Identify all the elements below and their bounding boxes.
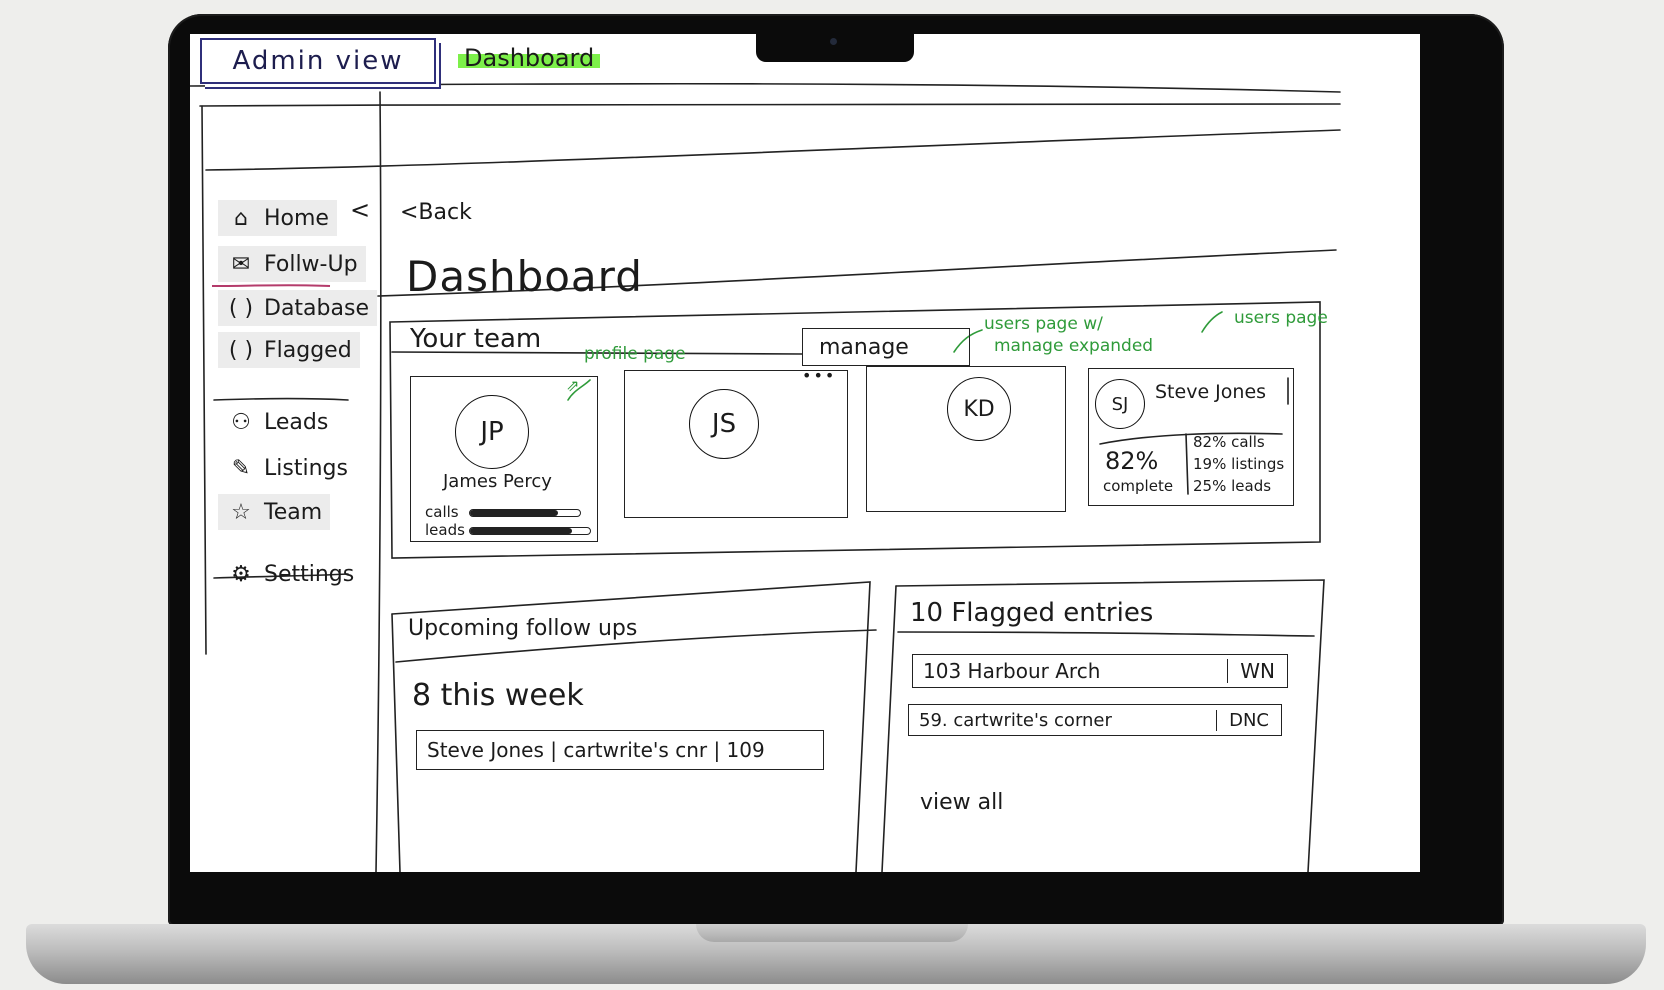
sidebar-item-label: Follw-Up bbox=[264, 251, 358, 277]
flagged-tag: DNC bbox=[1216, 709, 1281, 731]
laptop-base-notch bbox=[696, 924, 968, 942]
users-page-note: users page bbox=[1234, 308, 1328, 328]
sidebar-item-label: Settings bbox=[264, 561, 355, 587]
link-icon: ⇗ bbox=[566, 376, 580, 395]
camera-icon bbox=[830, 38, 837, 45]
view-all-link[interactable]: view all bbox=[920, 790, 1003, 815]
home-icon: ⌂ bbox=[234, 205, 248, 231]
manage-button[interactable]: manage bbox=[802, 328, 970, 366]
edit-icon: ✎ bbox=[231, 455, 251, 481]
sidebar-item-database[interactable]: ( ) Database bbox=[218, 290, 377, 326]
manage-note-line1: users page w/ bbox=[984, 314, 1103, 334]
flagged-row[interactable]: 103 Harbour Arch WN bbox=[912, 654, 1288, 688]
sidebar-item-label: Database bbox=[264, 295, 369, 321]
flagged-row[interactable]: 59. cartwrite's corner DNC bbox=[908, 704, 1282, 736]
calls-bar bbox=[469, 509, 581, 517]
member-name: Steve Jones bbox=[1155, 381, 1267, 403]
camera-notch bbox=[756, 34, 914, 62]
admin-view-label: Admin view bbox=[200, 38, 436, 84]
avatar: SJ bbox=[1095, 379, 1145, 429]
sidebar-item-home[interactable]: ⌂ Home bbox=[218, 200, 337, 236]
dashboard-tab[interactable]: Dashboard bbox=[458, 44, 601, 72]
member-name: James Percy bbox=[443, 471, 552, 492]
flagged-address: 59. cartwrite's corner bbox=[919, 709, 1112, 731]
completion-label: complete bbox=[1103, 477, 1174, 495]
leads-bar bbox=[469, 527, 591, 535]
more-options-icon[interactable]: ••• bbox=[802, 366, 836, 385]
sketch-screen: Admin view Dashboard < ⌂ Home ✉ Follw-Up… bbox=[190, 34, 1420, 872]
followups-count: 8 this week bbox=[412, 678, 584, 713]
page-title: Dashboard bbox=[406, 252, 643, 301]
stat-label-calls: calls bbox=[425, 503, 459, 521]
sidebar-item-team[interactable]: ☆ Team bbox=[218, 494, 331, 530]
followups-title: Upcoming follow ups bbox=[408, 616, 638, 641]
team-member-card[interactable]: KD bbox=[866, 366, 1066, 512]
bracket-icon: ( ) bbox=[228, 295, 254, 321]
breakdown-leads: 25% leads bbox=[1193, 477, 1272, 495]
calls-bar-fill bbox=[470, 510, 558, 516]
sidebar-item-follow-up[interactable]: ✉ Follw-Up bbox=[218, 246, 366, 282]
flagged-address: 103 Harbour Arch bbox=[923, 659, 1101, 683]
sidebar-collapse-button[interactable]: < bbox=[350, 196, 370, 224]
team-member-card[interactable]: JS bbox=[624, 370, 848, 518]
sidebar-item-listings[interactable]: ✎ Listings bbox=[218, 450, 356, 486]
sidebar-item-label: Listings bbox=[264, 455, 348, 481]
followup-row[interactable]: Steve Jones | cartwrite's cnr | 109 bbox=[416, 730, 824, 770]
team-member-card[interactable]: JP James Percy calls leads bbox=[410, 376, 598, 542]
laptop-mockup: Admin view Dashboard < ⌂ Home ✉ Follw-Up… bbox=[0, 0, 1664, 990]
sidebar-item-flagged[interactable]: ( ) Flagged bbox=[218, 332, 360, 368]
flagged-title: 10 Flagged entries bbox=[910, 598, 1154, 628]
profile-page-note: profile page bbox=[584, 344, 686, 364]
leads-bar-fill bbox=[470, 528, 572, 534]
team-member-expanded-card[interactable]: SJ Steve Jones 82% complete 82% calls 19… bbox=[1088, 368, 1294, 506]
bracket-icon: ( ) bbox=[228, 337, 254, 363]
breakdown-calls: 82% calls bbox=[1193, 433, 1265, 451]
chat-icon: ✉ bbox=[231, 251, 251, 277]
avatar: KD bbox=[947, 377, 1011, 441]
sidebar-item-label: Home bbox=[264, 205, 329, 231]
sidebar-item-leads[interactable]: ⚇ Leads bbox=[218, 404, 336, 440]
sidebar-item-settings[interactable]: ⚙ Settings bbox=[218, 556, 362, 592]
sidebar-item-label: Leads bbox=[264, 409, 329, 435]
gear-icon: ⚙ bbox=[231, 561, 251, 587]
stat-label-leads: leads bbox=[425, 521, 465, 539]
star-icon: ☆ bbox=[231, 499, 251, 525]
sidebar-item-label: Flagged bbox=[264, 337, 352, 363]
completion-percent: 82% bbox=[1105, 447, 1159, 475]
flagged-tag: WN bbox=[1227, 659, 1287, 683]
manage-note-line2: manage expanded bbox=[994, 336, 1154, 356]
team-title: Your team bbox=[410, 324, 542, 354]
people-icon: ⚇ bbox=[231, 409, 251, 435]
avatar: JP bbox=[455, 395, 529, 469]
breakdown-listings: 19% listings bbox=[1193, 455, 1285, 473]
sidebar-item-label: Team bbox=[264, 499, 323, 525]
back-link[interactable]: <Back bbox=[400, 200, 472, 225]
avatar: JS bbox=[689, 389, 759, 459]
